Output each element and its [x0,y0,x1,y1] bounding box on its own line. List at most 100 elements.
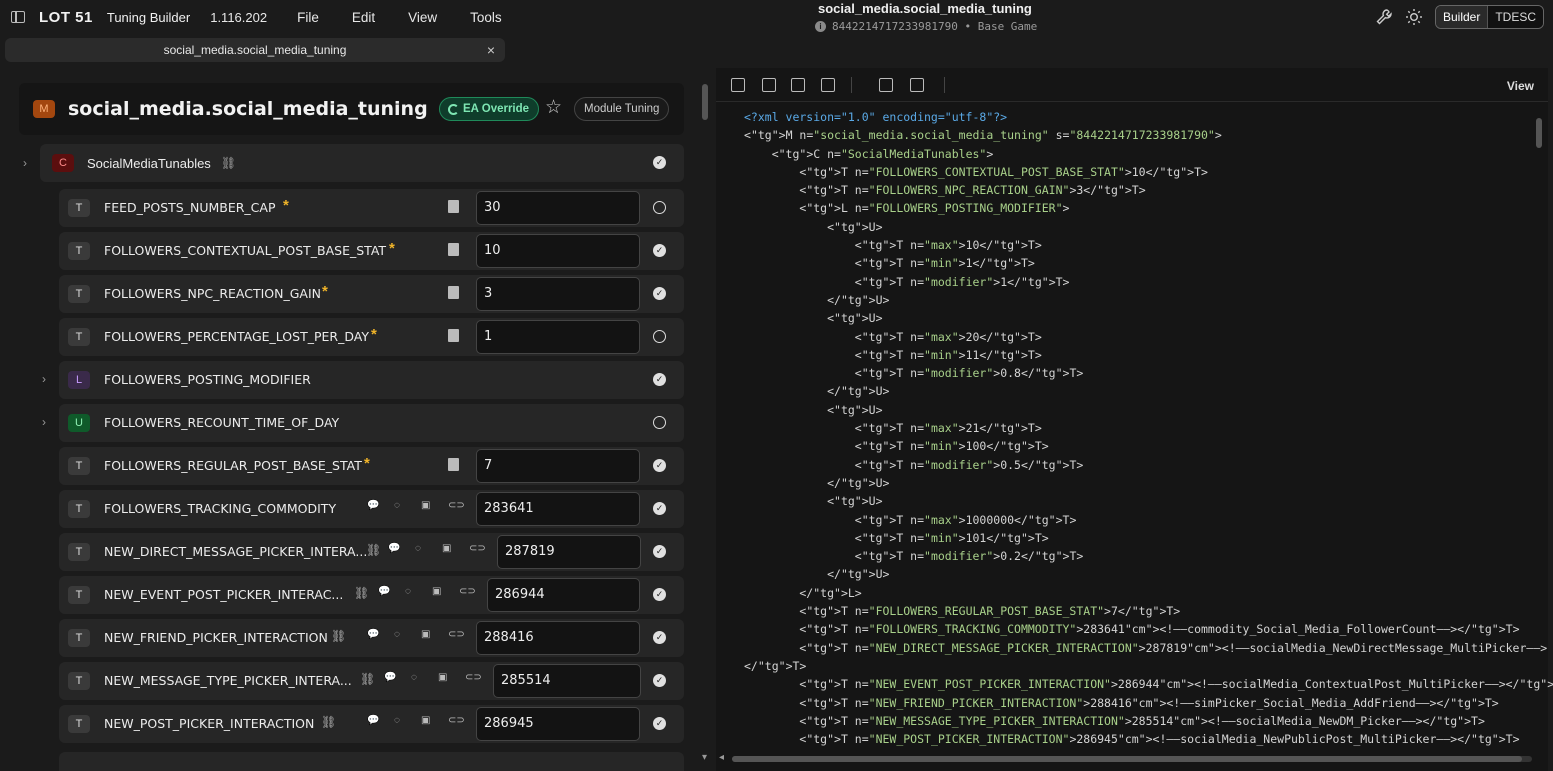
code-vertical-scrollbar[interactable] [1536,118,1542,148]
link-chain-icon[interactable]: ⛓ [321,715,336,729]
value-input[interactable]: 1 [476,320,640,354]
eye-off-icon[interactable]: ◌ [394,500,400,511]
menu-tools[interactable]: Tools [470,10,502,25]
table-row[interactable]: U FOLLOWERS_RECOUNT_TIME_OF_DAY [59,404,684,442]
class-type-badge: C [52,154,74,172]
value-input[interactable]: 7 [476,449,640,483]
value-input[interactable]: 30 [476,191,640,225]
binary-file-icon[interactable] [910,78,924,92]
link-chain-icon[interactable]: ⛓ [354,586,369,600]
value-input[interactable]: 288416 [476,621,640,655]
code-icon[interactable] [821,78,835,92]
value-input[interactable]: 287819 [497,535,641,569]
folder-add-icon[interactable]: ▣ [432,586,441,597]
chevron-right-icon[interactable]: › [42,415,46,429]
link-icon[interactable]: ⊂⊃ [469,543,486,554]
ea-override-button[interactable]: EA Override [439,97,540,121]
folder-add-icon[interactable]: ▣ [442,543,451,554]
eye-off-icon[interactable]: ◌ [405,586,411,597]
left-scrollbar[interactable] [702,84,708,120]
value-input[interactable]: 286944 [487,578,640,612]
value-input[interactable]: 286945 [476,707,640,741]
chevron-left-icon[interactable]: ◂ [719,752,724,763]
eye-off-icon[interactable]: ◌ [394,629,400,640]
eye-off-icon[interactable]: ◌ [394,715,400,726]
comment-icon[interactable]: 💬 [367,715,379,726]
xml-code[interactable]: <?xml version="1.0" encoding="utf-8"?> <"… [744,108,1553,748]
wrench-icon[interactable] [1375,8,1393,26]
copy-icon[interactable] [731,78,745,92]
document-icon[interactable] [448,329,459,342]
module-tuning-button[interactable]: Module Tuning [574,97,670,121]
document-icon[interactable] [448,200,459,213]
check-circle-icon: ✓ [653,631,666,644]
field-type-badge: T [68,500,90,518]
value-input[interactable]: 3 [476,277,640,311]
builder-mode-button[interactable]: Builder [1435,6,1489,28]
file-tab[interactable]: social_media.social_media_tuning × [5,38,505,62]
comment-icon[interactable]: 💬 [378,586,390,597]
menu-file[interactable]: File [297,10,319,25]
value-input[interactable]: 283641 [476,492,640,526]
table-row[interactable]: T NEW_MESSAGE_TYPE_PICKER_INTERA... ⊂⊃ ▣ ◌ 💬 ⛓… [59,662,684,700]
document-icon[interactable] [448,243,459,256]
scroll-thumb[interactable] [732,756,1522,762]
table-row[interactable]: T FOLLOWERS_REGULAR_POST_BASE_STAT * 7 ✓ [59,447,684,485]
link-icon[interactable]: ⊂⊃ [448,715,465,726]
table-row[interactable]: T NEW_EVENT_POST_PICKER_INTERAC... ⊂⊃ ▣ ◌ 💬 ⛓ 2… [59,576,684,614]
link-icon[interactable]: ⊂⊃ [465,672,482,683]
document-icon[interactable] [448,286,459,299]
folder-add-icon[interactable]: ▣ [421,629,430,640]
class-row[interactable]: C SocialMediaTunables ⛓ ✓ [40,144,684,182]
class-name: SocialMediaTunables [87,155,211,171]
table-row[interactable]: T NEW_DIRECT_MESSAGE_PICKER_INTERA... ⊂⊃ ▣ ◌… [59,533,684,571]
menu-view[interactable]: View [408,10,437,25]
xml-file-icon[interactable] [879,78,893,92]
link-chain-icon[interactable]: ⛓ [360,672,375,686]
comment-icon[interactable]: 💬 [367,629,379,640]
document-icon[interactable] [448,458,459,471]
sun-icon[interactable] [1405,8,1423,26]
chevron-right-icon[interactable]: › [23,156,27,170]
table-row[interactable]: T FEED_POSTS_NUMBER_CAP * 30 [59,189,684,227]
eye-off-icon[interactable]: ◌ [411,672,417,683]
link-chain-icon[interactable]: ⛓ [366,543,381,557]
table-row[interactable]: T FOLLOWERS_CONTEXTUAL_POST_BASE_STAT * 10 ✓ [59,232,684,270]
sidebar-toggle-icon[interactable] [11,11,25,23]
tdesc-mode-button[interactable]: TDESC [1488,6,1543,28]
table-row[interactable]: L FOLLOWERS_POSTING_MODIFIER ✓ [59,361,684,399]
close-tab-icon[interactable]: × [487,42,495,58]
chevron-down-icon[interactable]: ▾ [702,752,707,763]
eye-off-icon[interactable]: ◌ [415,543,421,554]
table-row[interactable] [59,752,684,771]
link-chain-icon[interactable]: ⛓ [331,629,346,643]
link-icon[interactable]: ⊂⊃ [448,500,465,511]
table-row[interactable]: T FOLLOWERS_NPC_REACTION_GAIN * 3 ✓ [59,275,684,313]
chevron-right-icon[interactable]: › [42,372,46,386]
clipboard-check-icon[interactable] [791,78,805,92]
comment-icon[interactable]: 💬 [367,500,379,511]
comment-icon[interactable]: 💬 [388,543,400,554]
folder-add-icon[interactable]: ▣ [421,715,430,726]
clipboard-icon[interactable] [762,78,776,92]
star-icon[interactable]: ☆ [545,97,562,119]
table-row[interactable]: T NEW_POST_PICKER_INTERACTION ⊂⊃ ▣ ◌ 💬 ⛓ 286945… [59,705,684,743]
table-row[interactable]: T FOLLOWERS_TRACKING_COMMODITY ⊂⊃ ▣ ◌ 💬 283641… [59,490,684,528]
view-button[interactable]: View [1507,79,1534,93]
empty-circle-icon [653,416,666,429]
folder-add-icon[interactable]: ▣ [438,672,447,683]
folder-add-icon[interactable]: ▣ [421,500,430,511]
code-line: <"tg">T n="min">101</"tg">T> [744,530,1049,545]
info-icon[interactable]: i [815,21,826,32]
comment-icon[interactable]: 💬 [384,672,396,683]
link-chain-icon[interactable]: ⛓ [221,156,236,170]
table-row[interactable]: T NEW_FRIEND_PICKER_INTERACTION ⊂⊃ ▣ ◌ 💬 ⛓ 2884… [59,619,684,657]
value-input[interactable]: 10 [476,234,640,268]
menu-edit[interactable]: Edit [352,10,375,25]
link-icon[interactable]: ⊂⊃ [459,586,476,597]
code-line: </"tg">U> [744,292,890,307]
link-icon[interactable]: ⊂⊃ [448,629,465,640]
code-horizontal-scrollbar[interactable] [732,756,1532,762]
table-row[interactable]: T FOLLOWERS_PERCENTAGE_LOST_PER_DAY * 1 [59,318,684,356]
value-input[interactable]: 285514 [493,664,641,698]
